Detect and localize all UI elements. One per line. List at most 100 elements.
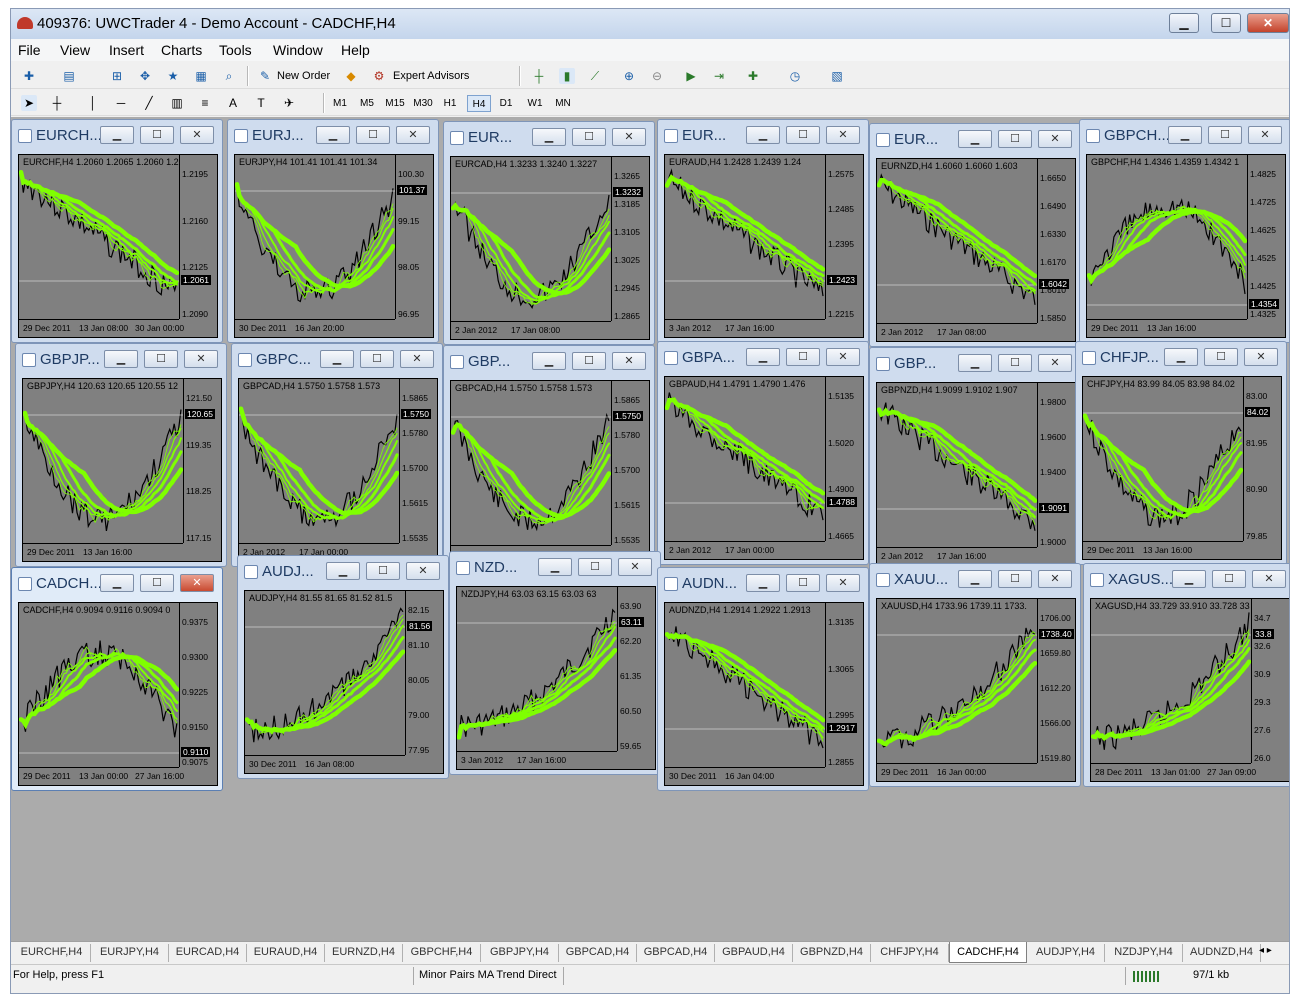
chart-minimize-button[interactable]: ▁ bbox=[538, 558, 572, 576]
chart-maximize-button[interactable]: ☐ bbox=[572, 128, 606, 146]
chart-window-header[interactable]: AUDN... ▁ ☐ ✕ bbox=[658, 568, 868, 598]
chart-close-button[interactable]: ✕ bbox=[612, 128, 646, 146]
title-bar[interactable]: 409376: UWCTrader 4 - Demo Account - CAD… bbox=[11, 9, 1289, 39]
chart-window[interactable]: AUDJ... ▁ ☐ ✕ AUDJPY,H4 81.55 81.65 81.52 81… bbox=[237, 555, 449, 779]
chart-maximize-button[interactable]: ☐ bbox=[998, 570, 1032, 588]
chart-window[interactable]: GBPA... ▁ ☐ ✕ GBPAUD,H4 1.4791 1.4790 1.476 1… bbox=[657, 341, 869, 565]
minimize-button[interactable]: ▁ bbox=[1169, 13, 1199, 33]
strategy-tester-icon[interactable]: ⌕ bbox=[221, 68, 237, 84]
chart-window-header[interactable]: GBP... ▁ ☐ ✕ bbox=[870, 348, 1080, 378]
maximize-button[interactable]: ☐ bbox=[1211, 13, 1241, 33]
chart-window-header[interactable]: EUR... ▁ ☐ ✕ bbox=[870, 124, 1080, 154]
chart-plot-area[interactable]: GBPCAD,H4 1.5750 1.5758 1.573 1.5865 1.578… bbox=[238, 378, 438, 562]
vertical-line-icon[interactable]: │ bbox=[85, 95, 101, 111]
chart-window-header[interactable]: GBPJP... ▁ ☐ ✕ bbox=[16, 344, 226, 374]
chart-window-header[interactable]: GBP... ▁ ☐ ✕ bbox=[444, 346, 654, 376]
chart-tab[interactable]: GBPNZD,H4 bbox=[793, 944, 871, 962]
chart-plot-area[interactable]: CADCHF,H4 0.9094 0.9116 0.9094 0 0.9375 0.… bbox=[18, 602, 218, 786]
chart-window[interactable]: CADCH... ▁ ☐ ✕ CADCHF,H4 0.9094 0.9116 0.909… bbox=[11, 567, 223, 791]
chart-window[interactable]: EUR... ▁ ☐ ✕ EURNZD,H4 1.6060 1.6060 1.603 1.… bbox=[869, 123, 1081, 347]
chart-minimize-button[interactable]: ▁ bbox=[104, 350, 138, 368]
indicators-icon[interactable]: ✚ bbox=[745, 68, 761, 84]
menu-insert[interactable]: Insert bbox=[109, 42, 144, 58]
chart-maximize-button[interactable]: ☐ bbox=[140, 574, 174, 592]
chart-tab[interactable]: EURCHF,H4 bbox=[13, 944, 91, 962]
chart-close-button[interactable]: ✕ bbox=[180, 126, 214, 144]
new-chart-icon[interactable]: ✚ bbox=[21, 68, 37, 84]
chart-plot-area[interactable]: EURNZD,H4 1.6060 1.6060 1.603 1.6650 1.649… bbox=[876, 158, 1076, 342]
menu-view[interactable]: View bbox=[60, 42, 90, 58]
timeframe-w1[interactable]: W1 bbox=[523, 95, 547, 112]
chart-close-button[interactable]: ✕ bbox=[1038, 130, 1072, 148]
menu-window[interactable]: Window bbox=[273, 42, 323, 58]
chart-window-header[interactable]: GBPC... ▁ ☐ ✕ bbox=[232, 344, 442, 374]
timeframe-m1[interactable]: M1 bbox=[329, 95, 351, 112]
chart-close-button[interactable]: ✕ bbox=[1038, 570, 1072, 588]
chart-window[interactable]: XAGUS... ▁ ☐ ✕ XAGUSD,H4 33.729 33.910 33.72… bbox=[1083, 563, 1289, 787]
chart-minimize-button[interactable]: ▁ bbox=[746, 574, 780, 592]
chart-plot-area[interactable]: GBPCHF,H4 1.4346 1.4359 1.4342 1 1.4825 1.… bbox=[1086, 154, 1286, 338]
chart-tab[interactable]: GBPJPY,H4 bbox=[481, 944, 559, 962]
chart-minimize-button[interactable]: ▁ bbox=[958, 130, 992, 148]
chart-close-button[interactable]: ✕ bbox=[180, 574, 214, 592]
timeframe-mn[interactable]: MN bbox=[551, 95, 575, 112]
chart-tab[interactable]: NZDJPY,H4 bbox=[1105, 944, 1183, 962]
chart-window[interactable]: GBP... ▁ ☐ ✕ GBPCAD,H4 1.5750 1.5758 1.573 1.… bbox=[443, 345, 655, 569]
chart-window-header[interactable]: CHFJP... ▁ ☐ ✕ bbox=[1076, 342, 1286, 372]
chart-maximize-button[interactable]: ☐ bbox=[786, 348, 820, 366]
chart-window-header[interactable]: CADCH... ▁ ☐ ✕ bbox=[12, 568, 222, 598]
chart-plot-area[interactable]: EURCHF,H4 1.2060 1.2065 1.2060 1.2 1.2195… bbox=[18, 154, 218, 338]
chart-tab[interactable]: EURJPY,H4 bbox=[91, 944, 169, 962]
chart-window[interactable]: GBPJP... ▁ ☐ ✕ GBPJPY,H4 120.63 120.65 120.5… bbox=[15, 343, 227, 567]
chart-minimize-button[interactable]: ▁ bbox=[316, 126, 350, 144]
chart-plot-area[interactable]: NZDJPY,H4 63.03 63.15 63.03 63 63.90 62.20… bbox=[456, 586, 656, 770]
chart-maximize-button[interactable]: ☐ bbox=[786, 574, 820, 592]
chart-close-button[interactable]: ✕ bbox=[826, 348, 860, 366]
chart-plot-area[interactable]: AUDJPY,H4 81.55 81.65 81.52 81.5 82.15 81.… bbox=[244, 590, 444, 774]
chart-tab[interactable]: AUDNZD,H4 bbox=[1183, 944, 1261, 962]
chart-window-header[interactable]: EURCH... ▁ ☐ ✕ bbox=[12, 120, 222, 150]
chart-maximize-button[interactable]: ☐ bbox=[144, 350, 178, 368]
chart-minimize-button[interactable]: ▁ bbox=[532, 352, 566, 370]
chart-tab[interactable]: CADCHF,H4 bbox=[949, 942, 1027, 963]
navigator-icon[interactable]: ★ bbox=[165, 68, 181, 84]
chart-maximize-button[interactable]: ☐ bbox=[356, 126, 390, 144]
chart-window-header[interactable]: AUDJ... ▁ ☐ ✕ bbox=[238, 556, 448, 586]
chart-close-button[interactable]: ✕ bbox=[400, 350, 434, 368]
chart-window[interactable]: EUR... ▁ ☐ ✕ EURCAD,H4 1.3233 1.3240 1.3227 1… bbox=[443, 121, 655, 345]
chart-minimize-button[interactable]: ▁ bbox=[746, 348, 780, 366]
chart-window-header[interactable]: EURJ... ▁ ☐ ✕ bbox=[228, 120, 438, 150]
zoom-out-icon[interactable]: ⊖ bbox=[649, 68, 665, 84]
new-order-button[interactable]: New Order bbox=[277, 67, 330, 85]
chart-window-header[interactable]: NZD... ▁ ☐ ✕ bbox=[450, 552, 660, 582]
chart-plot-area[interactable]: AUDNZD,H4 1.2914 1.2922 1.2913 1.3135 1.30… bbox=[664, 602, 864, 786]
chart-window[interactable]: EURCH... ▁ ☐ ✕ EURCHF,H4 1.2060 1.2065 1.206… bbox=[11, 119, 223, 343]
chart-window[interactable]: GBPC... ▁ ☐ ✕ GBPCAD,H4 1.5750 1.5758 1.573 1… bbox=[231, 343, 443, 567]
chart-minimize-button[interactable]: ▁ bbox=[1164, 348, 1198, 366]
chart-tab[interactable]: CHFJPY,H4 bbox=[871, 944, 949, 962]
expert-advisors-icon[interactable]: ⚙ bbox=[371, 68, 387, 84]
chart-minimize-button[interactable]: ▁ bbox=[958, 354, 992, 372]
chart-plot-area[interactable]: XAGUSD,H4 33.729 33.910 33.728 33 34.7 32.… bbox=[1090, 598, 1289, 782]
metaeditor-icon[interactable]: ◆ bbox=[343, 68, 359, 84]
crosshair-icon[interactable]: ┼ bbox=[49, 95, 65, 111]
chart-maximize-button[interactable]: ☐ bbox=[1212, 570, 1246, 588]
text-icon[interactable]: A bbox=[225, 95, 241, 111]
chart-maximize-button[interactable]: ☐ bbox=[572, 352, 606, 370]
chart-window[interactable]: EURJ... ▁ ☐ ✕ EURJPY,H4 101.41 101.41 101.34… bbox=[227, 119, 439, 343]
chart-tab[interactable]: AUDJPY,H4 bbox=[1027, 944, 1105, 962]
chart-close-button[interactable]: ✕ bbox=[612, 352, 646, 370]
chart-plot-area[interactable]: EURAUD,H4 1.2428 1.2439 1.24 1.2575 1.2485… bbox=[664, 154, 864, 338]
chart-tab[interactable]: GBPCAD,H4 bbox=[559, 944, 637, 962]
equidistant-channel-icon[interactable]: ▥ bbox=[169, 95, 185, 111]
chart-minimize-button[interactable]: ▁ bbox=[320, 350, 354, 368]
market-watch-icon[interactable]: ⊞ bbox=[109, 68, 125, 84]
chart-plot-area[interactable]: XAUUSD,H4 1733.96 1739.11 1733. 1706.00 16… bbox=[876, 598, 1076, 782]
chart-minimize-button[interactable]: ▁ bbox=[958, 570, 992, 588]
chart-window-header[interactable]: GBPCH... ▁ ☐ ✕ bbox=[1080, 120, 1289, 150]
profiles-icon[interactable]: ▤ bbox=[61, 68, 77, 84]
line-chart-icon[interactable]: ⟋ bbox=[587, 68, 603, 84]
chart-window[interactable]: CHFJP... ▁ ☐ ✕ CHFJPY,H4 83.99 84.05 83.98 8… bbox=[1075, 341, 1287, 565]
timeframe-m5[interactable]: M5 bbox=[355, 95, 379, 112]
timeframe-m30[interactable]: M30 bbox=[411, 95, 435, 112]
